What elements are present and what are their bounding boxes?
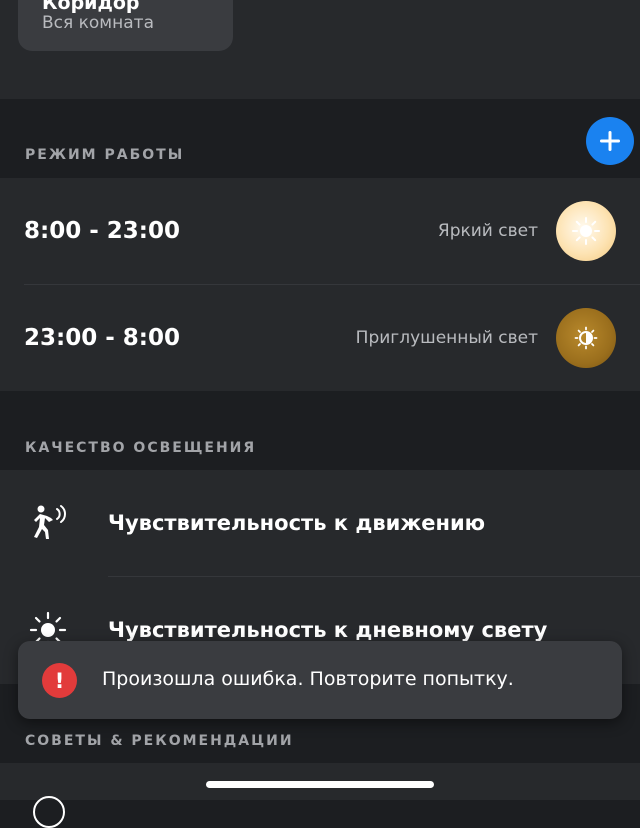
motion-sensitivity-row[interactable]: Чувствительность к движению [0,470,640,576]
schedule-time: 8:00 - 23:00 [24,218,180,244]
lighting-quality-section-header: КАЧЕСТВО ОСВЕЩЕНИЯ [25,440,257,456]
room-scope: Вся комната [42,13,154,33]
schedule-row-day[interactable]: 8:00 - 23:00 Яркий свет [0,178,640,284]
dimmed-scene-button[interactable] [556,308,616,368]
schedule-section-header: РЕЖИМ РАБОТЫ [25,147,185,163]
setting-label: Чувствительность к движению [108,511,486,535]
sun-icon [572,217,600,245]
home-indicator[interactable] [206,781,434,788]
add-schedule-button[interactable] [586,117,634,165]
bright-scene-button[interactable] [556,201,616,261]
error-toast[interactable]: ! Произошла ошибка. Повторите попытку. [18,641,622,719]
schedule-scene-label: Яркий свет [437,221,538,241]
toast-message: Произошла ошибка. Повторите попытку. [102,668,514,690]
motion-sensor-icon [34,505,66,539]
tips-section-header: СОВЕТЫ & РЕКОМЕНДАЦИИ [25,733,294,749]
schedule-panel: 8:00 - 23:00 Яркий свет 23:00 - 8:00 При [0,178,640,391]
schedule-scene-label: Приглушенный свет [355,328,538,348]
plus-icon [600,131,620,151]
room-card[interactable]: Коридор Вся комната [18,0,233,51]
schedule-time: 23:00 - 8:00 [24,325,180,351]
half-sun-icon [574,326,598,350]
error-icon: ! [42,663,77,698]
room-header-area: Коридор Вся комната [0,0,640,99]
setting-label: Чувствительность к дневному свету [108,618,548,642]
room-name: Коридор [42,0,140,14]
schedule-row-night[interactable]: 23:00 - 8:00 Приглушенный свет [0,285,640,391]
info-icon [33,796,65,828]
